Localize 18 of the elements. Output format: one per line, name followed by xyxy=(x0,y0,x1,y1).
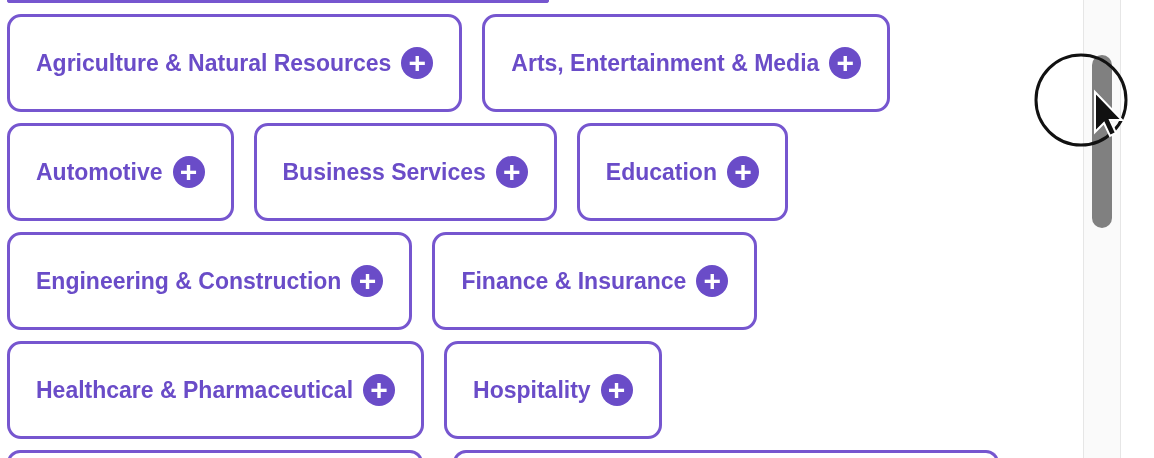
plus-icon: + xyxy=(351,265,384,297)
category-chip[interactable]: Business Services + xyxy=(253,123,557,221)
category-chip[interactable]: Automotive + xyxy=(7,123,234,221)
plus-icon: + xyxy=(363,374,396,406)
plus-icon: + xyxy=(696,265,729,297)
category-chip[interactable]: Healthcare & Pharmaceutical + xyxy=(7,341,425,439)
plus-icon: + xyxy=(829,47,862,79)
category-chip[interactable]: Hospitality + xyxy=(444,341,662,439)
plus-icon: + xyxy=(726,156,759,188)
category-chip[interactable]: Agriculture & Natural Resources + xyxy=(7,14,463,112)
category-chip[interactable]: Engineering & Construction + xyxy=(7,232,413,330)
plus-icon: + xyxy=(495,156,528,188)
plus-icon: + xyxy=(600,374,633,406)
category-chip[interactable]: Arts, Entertainment & Media + xyxy=(482,14,891,112)
category-chip[interactable]: Finance & Insurance + xyxy=(432,232,758,330)
plus-icon: + xyxy=(172,156,205,188)
category-chip[interactable]: Education + xyxy=(576,123,788,221)
plus-icon: + xyxy=(401,47,434,79)
